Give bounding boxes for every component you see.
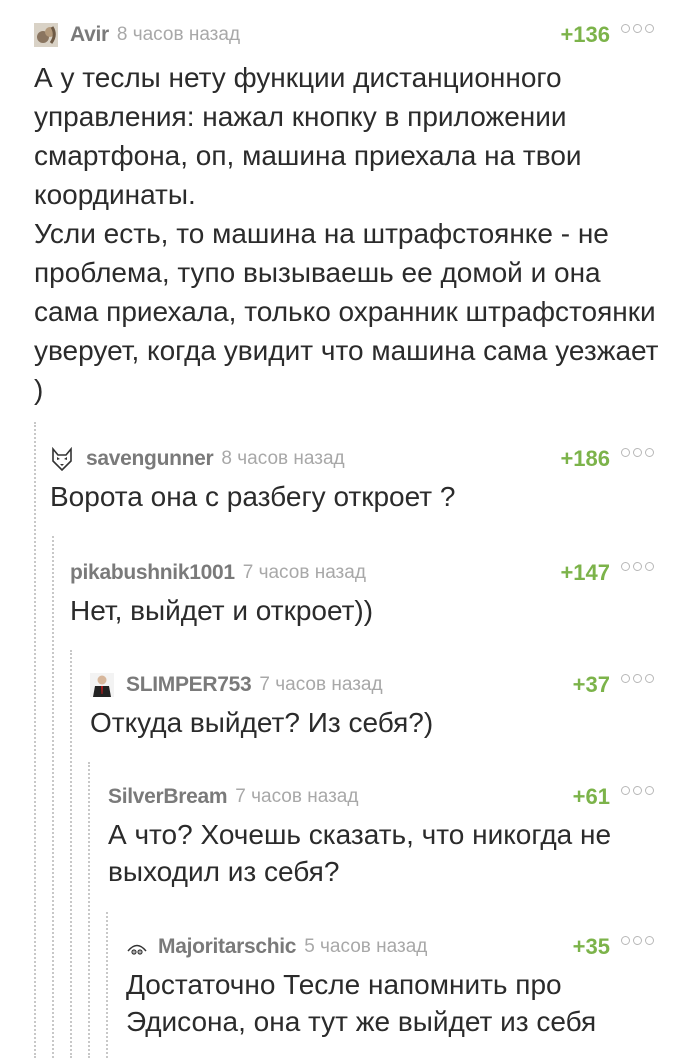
comment-rating: +61	[572, 784, 610, 809]
more-options-icon[interactable]	[621, 674, 654, 683]
thread-line[interactable]	[88, 762, 90, 1058]
comment-text: Достаточно Тесле напомнить про Эдисона, …	[126, 969, 597, 1037]
more-options-icon[interactable]	[621, 448, 654, 457]
comment-time: 7 часов назад	[242, 562, 366, 583]
comment-text: А у теслы нету функции дистанционного уп…	[34, 62, 659, 405]
comment-rating: +37	[572, 672, 610, 697]
comment-time: 5 часов назад	[304, 936, 428, 957]
comment-time: 8 часов назад	[116, 24, 241, 45]
husky-avatar-icon[interactable]	[50, 446, 74, 472]
thread-line[interactable]	[70, 650, 72, 1058]
comment-header: Majoritarschic 5 часов назад +35	[126, 932, 700, 962]
comment-text: Откуда выйдет? Из себя?)	[90, 707, 434, 738]
more-options-icon[interactable]	[621, 562, 654, 571]
comment-username[interactable]: SilverBream	[108, 785, 228, 809]
comment: Avir 8 часов назад +136 А у теслы нету ф…	[34, 20, 700, 409]
comment-rating: +136	[560, 22, 610, 47]
comment: Majoritarschic 5 часов назад +35 Достато…	[126, 932, 700, 1040]
comment-header: SilverBream 7 часов назад +61	[108, 782, 700, 812]
comment-header: pikabushnik1001 7 часов назад +147	[70, 558, 700, 588]
comment-username[interactable]: SLIMPER753	[126, 673, 252, 697]
more-options-icon[interactable]	[621, 786, 654, 795]
comment-header: SLIMPER753 7 часов назад +37	[90, 670, 700, 700]
comment-rating: +147	[560, 560, 610, 585]
comment: SLIMPER753 7 часов назад +37 Откуда выйд…	[90, 670, 700, 741]
comment-time: 7 часов назад	[259, 674, 383, 695]
thread-line[interactable]	[34, 422, 36, 1058]
comment-username[interactable]: Avir	[70, 23, 109, 47]
comment-header: savengunner 8 часов назад +186	[50, 444, 700, 474]
comment-username[interactable]: pikabushnik1001	[70, 561, 235, 585]
comment-time: 7 часов назад	[235, 786, 359, 807]
thread-line[interactable]	[106, 912, 108, 1058]
thread-line[interactable]	[52, 536, 54, 1058]
comment: SilverBream 7 часов назад +61 А что? Хоч…	[108, 782, 700, 890]
comment-rating: +35	[572, 934, 610, 959]
comment-time: 8 часов назад	[221, 448, 345, 469]
face-avatar-icon[interactable]	[126, 936, 148, 958]
comment: savengunner 8 часов назад +186 Ворота он…	[50, 444, 700, 515]
hitman-avatar-icon[interactable]	[90, 673, 114, 697]
more-options-icon[interactable]	[621, 24, 654, 33]
comment-header: Avir 8 часов назад +136	[34, 20, 700, 50]
squirrel-avatar-icon[interactable]	[34, 23, 58, 47]
comment-text: Нет, выйдет и откроет))	[70, 595, 374, 626]
comment-text: А что? Хочешь сказать, что никогда не вы…	[108, 819, 619, 887]
comment-rating: +186	[560, 446, 610, 471]
comment-text: Ворота она с разбегу откроет ?	[50, 481, 456, 512]
comment-username[interactable]: Majoritarschic	[158, 935, 296, 959]
comment: pikabushnik1001 7 часов назад +147 Нет, …	[70, 558, 700, 629]
more-options-icon[interactable]	[621, 936, 654, 945]
comment-username[interactable]: savengunner	[86, 447, 214, 471]
